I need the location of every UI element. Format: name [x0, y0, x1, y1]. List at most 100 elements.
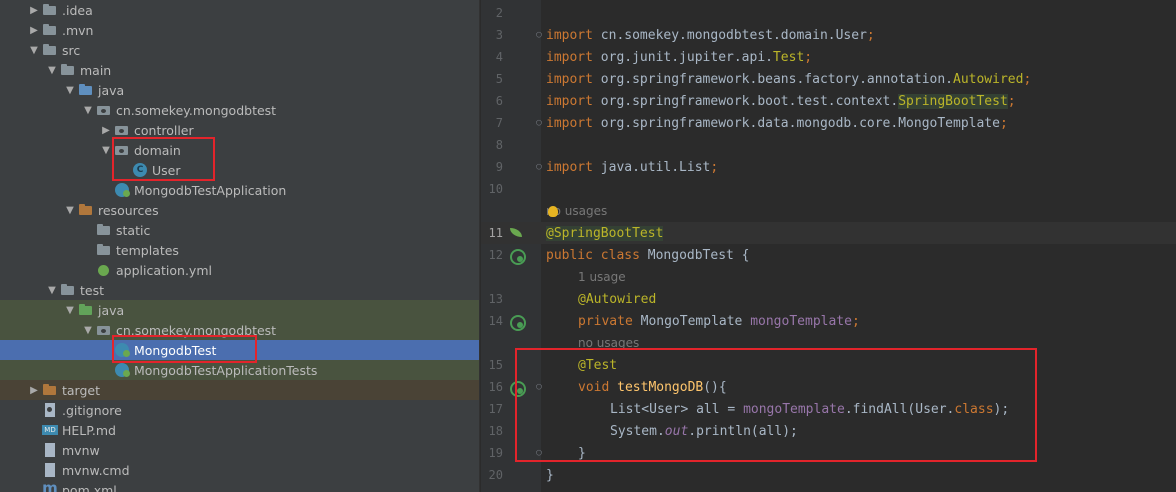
code-line[interactable]: 16 ◯ void testMongoDB(){	[481, 376, 1176, 398]
usages-hint[interactable]: 1 usage	[578, 266, 626, 288]
chevron-right-icon[interactable]: ▶	[26, 25, 42, 36]
code-line[interactable]: 7 ◯ import org.springframework.data.mong…	[481, 112, 1176, 134]
spring-bean-icon[interactable]	[509, 226, 523, 240]
tree-item-target[interactable]: ▶ target	[0, 380, 479, 400]
tree-item-domain[interactable]: ▼ domain	[0, 140, 479, 160]
fold-marker-icon[interactable]: ◯	[534, 118, 544, 128]
line-number: 17	[488, 402, 503, 416]
tree-item-test[interactable]: ▼ test	[0, 280, 479, 300]
line-number: 14	[488, 314, 503, 328]
code-line[interactable]: 19 ◯ }	[481, 442, 1176, 464]
line-number: 15	[488, 358, 503, 372]
code-line[interactable]: 20 }	[481, 464, 1176, 486]
tree-item-label: resources	[98, 202, 159, 218]
test-source-folder-icon	[78, 302, 94, 318]
tree-item-label: User	[152, 162, 181, 178]
tree-item-label: target	[62, 382, 101, 398]
tree-item-label: static	[116, 222, 151, 238]
line-number: 13	[488, 292, 503, 306]
tree-item-label: .gitignore	[62, 402, 122, 418]
tree-item-mongodb-test-application[interactable]: MongodbTestApplication	[0, 180, 479, 200]
navigate-bean-icon[interactable]	[509, 314, 526, 331]
tree-item-gitignore[interactable]: .gitignore	[0, 400, 479, 420]
class-icon	[132, 162, 148, 178]
folder-icon	[42, 42, 58, 58]
tree-item-test-package[interactable]: ▼ cn.somekey.mongodbtest	[0, 320, 479, 340]
chevron-down-icon[interactable]: ▼	[26, 45, 42, 56]
code-editor[interactable]: 2 3 ◯ import cn.somekey.mongodbtest.doma…	[481, 0, 1176, 492]
chevron-down-icon[interactable]: ▼	[62, 305, 78, 316]
tree-item-user[interactable]: User	[0, 160, 479, 180]
code-line[interactable]: 13 @Autowired	[481, 288, 1176, 310]
run-test-icon[interactable]	[509, 380, 526, 397]
tree-item-pom-xml[interactable]: pom.xml	[0, 480, 479, 492]
tree-item-label: test	[80, 282, 105, 298]
tree-item-mvnw-cmd[interactable]: mvnw.cmd	[0, 460, 479, 480]
tree-item-application-yml[interactable]: application.yml	[0, 260, 479, 280]
code-line[interactable]: 12 public class MongodbTest {	[481, 244, 1176, 266]
tree-item-label: application.yml	[116, 262, 212, 278]
tree-item-mvnw[interactable]: mvnw	[0, 440, 479, 460]
chevron-right-icon[interactable]: ▶	[26, 385, 42, 396]
fold-marker-icon[interactable]: ◯	[534, 162, 544, 172]
tree-item-mongodb-test-application-tests[interactable]: MongodbTestApplicationTests	[0, 360, 479, 380]
tree-item-label: templates	[116, 242, 179, 258]
code-line[interactable]: 5 import org.springframework.beans.facto…	[481, 68, 1176, 90]
chevron-down-icon[interactable]: ▼	[98, 145, 114, 156]
code-line[interactable]: 17 List<User> all = mongoTemplate.findAl…	[481, 398, 1176, 420]
usages-hint[interactable]: no usages	[578, 332, 639, 354]
tree-item-help-md[interactable]: HELP.md	[0, 420, 479, 440]
tree-item-label: mvnw.cmd	[62, 462, 130, 478]
tree-item-mongodb-test[interactable]: MongodbTest	[0, 340, 479, 360]
chevron-down-icon[interactable]: ▼	[62, 85, 78, 96]
maven-file-icon	[42, 480, 58, 492]
fold-marker-icon[interactable]: ◯	[534, 382, 544, 392]
folder-icon	[96, 242, 112, 258]
chevron-right-icon[interactable]: ▶	[98, 125, 114, 136]
line-number: 18	[488, 424, 503, 438]
chevron-down-icon[interactable]: ▼	[44, 285, 60, 296]
tree-item-src[interactable]: ▼ src	[0, 40, 479, 60]
code-line[interactable]: 6 import org.springframework.boot.test.c…	[481, 90, 1176, 112]
tree-item-main-package[interactable]: ▼ cn.somekey.mongodbtest	[0, 100, 479, 120]
tree-item-label: java	[98, 82, 125, 98]
fold-marker-icon[interactable]: ◯	[534, 448, 544, 458]
source-folder-icon	[78, 82, 94, 98]
code-line[interactable]: 14 private MongoTemplate mongoTemplate;	[481, 310, 1176, 332]
run-test-icon[interactable]	[509, 248, 526, 265]
tree-item-label: main	[80, 62, 112, 78]
code-line[interactable]: 9 ◯ import java.util.List;	[481, 156, 1176, 178]
code-line[interactable]: 10	[481, 178, 1176, 200]
tree-item-main-java[interactable]: ▼ java	[0, 80, 479, 100]
code-line[interactable]: 4 import org.junit.jupiter.api.Test;	[481, 46, 1176, 68]
tree-item-templates[interactable]: templates	[0, 240, 479, 260]
chevron-right-icon[interactable]: ▶	[26, 5, 42, 16]
tree-item-idea[interactable]: ▶ .idea	[0, 0, 479, 20]
chevron-down-icon[interactable]: ▼	[62, 205, 78, 216]
code-line[interactable]: 8	[481, 134, 1176, 156]
tree-item-static[interactable]: static	[0, 220, 479, 240]
chevron-down-icon[interactable]: ▼	[44, 65, 60, 76]
tree-item-test-java[interactable]: ▼ java	[0, 300, 479, 320]
code-line-current[interactable]: 11 @SpringBootTest	[481, 222, 1176, 244]
code-line[interactable]: 18 System.out.println(all);	[481, 420, 1176, 442]
fold-marker-icon[interactable]: ◯	[534, 30, 544, 40]
tree-item-label: .mvn	[62, 22, 94, 38]
line-number: 19	[488, 446, 503, 460]
code-line[interactable]: 2	[481, 2, 1176, 24]
line-number: 10	[488, 182, 503, 196]
line-number: 7	[495, 116, 503, 130]
tree-item-label: src	[62, 42, 81, 58]
tree-item-label: domain	[134, 142, 181, 158]
chevron-down-icon[interactable]: ▼	[80, 325, 96, 336]
lightbulb-icon[interactable]	[548, 205, 559, 217]
tree-item-resources[interactable]: ▼ resources	[0, 200, 479, 220]
chevron-down-icon[interactable]: ▼	[80, 105, 96, 116]
tree-item-mvn[interactable]: ▶ .mvn	[0, 20, 479, 40]
usages-hint[interactable]: no usages	[546, 200, 608, 222]
tree-item-main[interactable]: ▼ main	[0, 60, 479, 80]
tree-item-controller[interactable]: ▶ controller	[0, 120, 479, 140]
code-line[interactable]: 15 @Test	[481, 354, 1176, 376]
spring-boot-class-icon	[114, 182, 130, 198]
code-line[interactable]: 3 ◯ import cn.somekey.mongodbtest.domain…	[481, 24, 1176, 46]
